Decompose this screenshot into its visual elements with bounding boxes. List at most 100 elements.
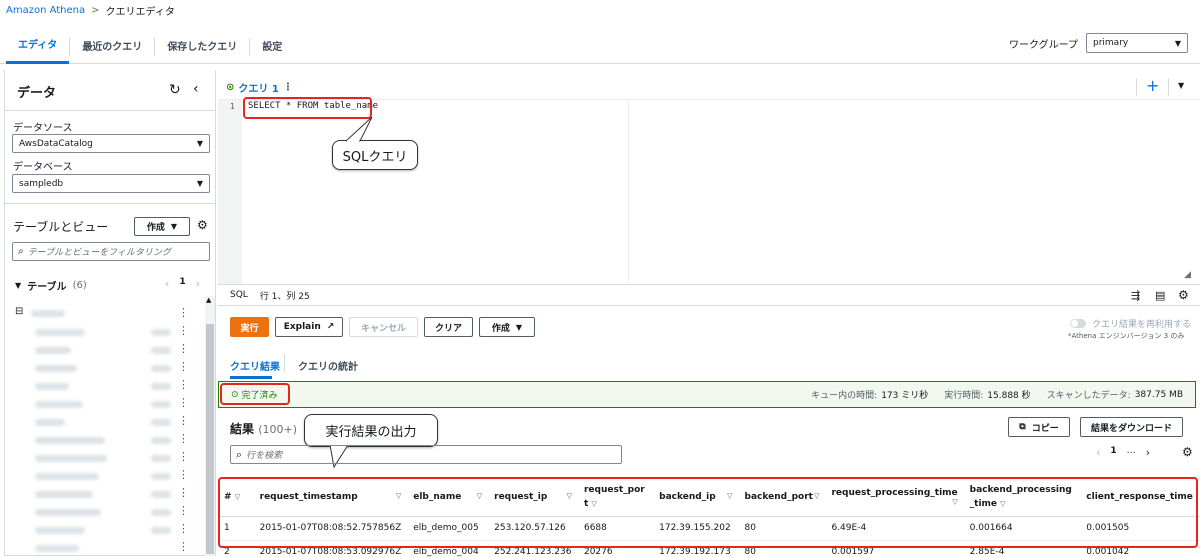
copy-button[interactable]: ⧉ コピー xyxy=(1008,417,1070,437)
row-search-input[interactable]: ⌕ 行を検索 xyxy=(230,445,622,464)
tree-item[interactable]: ⋮ xyxy=(5,360,205,377)
caret-down-icon[interactable]: ▼ xyxy=(1178,81,1184,90)
more-options-icon[interactable]: ⋮ xyxy=(178,540,189,553)
tab-query-stats[interactable]: クエリの統計 xyxy=(298,358,358,373)
more-options-icon[interactable]: ⋮ xyxy=(178,504,189,517)
download-results-button[interactable]: 結果をダウンロード xyxy=(1080,417,1183,437)
explain-label: Explain xyxy=(283,322,321,332)
tab-saved-queries[interactable]: 保存したクエリ xyxy=(155,32,249,63)
status-bar-completed: ⊙ 完了済み キュー内の時間: 173 ミリ秒 実行時間: 15.888 秒 ス… xyxy=(218,381,1196,408)
create-label: 作成 xyxy=(146,223,165,233)
divider xyxy=(1136,78,1137,96)
tree-item[interactable]: ⋮ xyxy=(5,342,205,359)
reuse-label: クエリ結果を再利用する xyxy=(1092,320,1192,330)
tree-item[interactable]: ⋮ xyxy=(5,432,205,449)
clear-button[interactable]: クリア xyxy=(424,317,473,337)
more-options-icon[interactable]: ⋮ xyxy=(178,450,189,463)
refresh-icon[interactable]: ↻ xyxy=(169,82,181,98)
tree-item[interactable]: ⋮ xyxy=(5,522,205,539)
add-query-icon[interactable]: + xyxy=(1146,76,1159,95)
results-area: 実行 Explain ↗ キャンセル クリア 作成 ▼ クエリ結果を再利用する … xyxy=(218,290,1200,558)
blurred-text xyxy=(35,347,71,354)
prev-page-icon[interactable]: ‹ xyxy=(165,277,169,290)
more-options-icon[interactable]: ⋮ xyxy=(178,396,189,409)
blurred-text xyxy=(151,527,171,534)
tables-page-number[interactable]: 1 xyxy=(179,277,185,290)
blurred-text xyxy=(151,491,171,498)
breadcrumb-current: クエリエディタ xyxy=(105,7,175,18)
blurred-text xyxy=(151,329,171,336)
tree-item[interactable]: ⋮ xyxy=(5,378,205,395)
scrollbar-thumb[interactable] xyxy=(206,324,214,554)
tree-item[interactable]: ⊟ ⋮ xyxy=(5,306,205,323)
copy-icon: ⧉ xyxy=(1019,422,1026,432)
database-select[interactable]: sampledb ▼ xyxy=(12,174,210,193)
run-button[interactable]: 実行 xyxy=(230,317,269,337)
more-options-icon[interactable]: ⋮ xyxy=(283,82,293,93)
more-options-icon[interactable]: ⋮ xyxy=(178,522,189,535)
workgroup-select[interactable]: primary ▼ xyxy=(1086,33,1188,53)
more-options-icon[interactable]: ⋮ xyxy=(178,378,189,391)
more-options-icon[interactable]: ⋮ xyxy=(178,324,189,337)
scan-label: スキャンしたデータ: xyxy=(1046,391,1131,401)
results-page-number[interactable]: 1 xyxy=(1110,446,1116,459)
create-table-button[interactable]: 作成 ▼ xyxy=(134,217,190,236)
next-page-icon[interactable]: › xyxy=(196,277,200,290)
create-button[interactable]: 作成 ▼ xyxy=(479,317,535,337)
more-options-icon[interactable]: ⋮ xyxy=(178,414,189,427)
blurred-text xyxy=(151,401,171,408)
filter-placeholder: テーブルとビューをフィルタリング xyxy=(27,248,171,258)
next-page-icon[interactable]: › xyxy=(1146,446,1150,459)
cancel-button[interactable]: キャンセル xyxy=(349,317,418,337)
tree-item[interactable]: ⋮ xyxy=(5,486,205,503)
breadcrumb-athena-link[interactable]: Amazon Athena xyxy=(6,5,85,16)
search-icon: ⌕ xyxy=(236,447,243,461)
database-value: sampledb xyxy=(19,178,64,189)
results-callout: 実行結果の出力 xyxy=(304,414,438,447)
query-tab-label: クエリ 1 xyxy=(238,84,279,95)
tree-scrollbar[interactable]: ▲ xyxy=(205,296,215,556)
prev-page-icon[interactable]: ‹ xyxy=(1096,446,1100,459)
tree-item[interactable]: ⋮ xyxy=(5,414,205,431)
resize-handle-icon[interactable]: ◢ xyxy=(1184,270,1191,280)
tree-item[interactable]: ⋮ xyxy=(5,396,205,413)
tab-editor[interactable]: エディタ xyxy=(6,30,70,64)
caret-down-icon: ▼ xyxy=(15,281,22,290)
tree-item[interactable]: ⋮ xyxy=(5,324,205,341)
datasource-select[interactable]: AwsDataCatalog ▼ xyxy=(12,134,210,153)
toggle-switch[interactable] xyxy=(1070,319,1086,328)
blurred-text xyxy=(35,545,79,552)
tree-item[interactable]: ⋮ xyxy=(5,540,205,556)
more-options-icon[interactable]: ⋮ xyxy=(178,432,189,445)
more-options-icon[interactable]: ⋮ xyxy=(178,468,189,481)
blurred-text xyxy=(35,419,65,426)
table-filter-input[interactable]: ⌕ テーブルとビューをフィルタリング xyxy=(12,242,210,261)
workgroup-value: primary xyxy=(1093,38,1129,48)
gear-icon[interactable]: ⚙ xyxy=(197,218,208,232)
blurred-text xyxy=(31,310,65,317)
tree-item[interactable]: ⋮ xyxy=(5,468,205,485)
tab-settings[interactable]: 設定 xyxy=(250,32,294,63)
collapse-panel-icon[interactable]: ‹ xyxy=(193,81,199,97)
collapse-icon[interactable]: ⊟ xyxy=(15,306,23,317)
tree-item[interactable]: ⋮ xyxy=(5,504,205,521)
more-options-icon[interactable]: ⋮ xyxy=(178,486,189,499)
tables-section-header[interactable]: ▼ テーブル (6) xyxy=(15,278,87,293)
more-options-icon[interactable]: ⋮ xyxy=(178,306,189,319)
tab-recent-queries[interactable]: 最近のクエリ xyxy=(70,32,154,63)
line-number: 1 xyxy=(230,102,236,111)
reuse-results-toggle[interactable]: クエリ結果を再利用する xyxy=(1070,317,1191,330)
print-margin xyxy=(628,100,629,283)
results-highlight-box xyxy=(218,477,1198,548)
scroll-up-icon[interactable]: ▲ xyxy=(206,296,211,304)
more-options-icon[interactable]: ⋮ xyxy=(178,342,189,355)
gear-icon[interactable]: ⚙ xyxy=(1182,445,1193,459)
tab-query-results[interactable]: クエリ結果 xyxy=(230,358,280,373)
more-options-icon[interactable]: ⋮ xyxy=(178,360,189,373)
exec-time-value: 15.888 秒 xyxy=(987,391,1031,401)
tree-item[interactable]: ⋮ xyxy=(5,450,205,467)
explain-button[interactable]: Explain ↗ xyxy=(275,317,343,337)
blurred-text xyxy=(35,509,101,516)
query-tab-1[interactable]: ⊙ クエリ 1 ⋮ xyxy=(226,80,293,95)
tab-divider xyxy=(284,354,285,372)
